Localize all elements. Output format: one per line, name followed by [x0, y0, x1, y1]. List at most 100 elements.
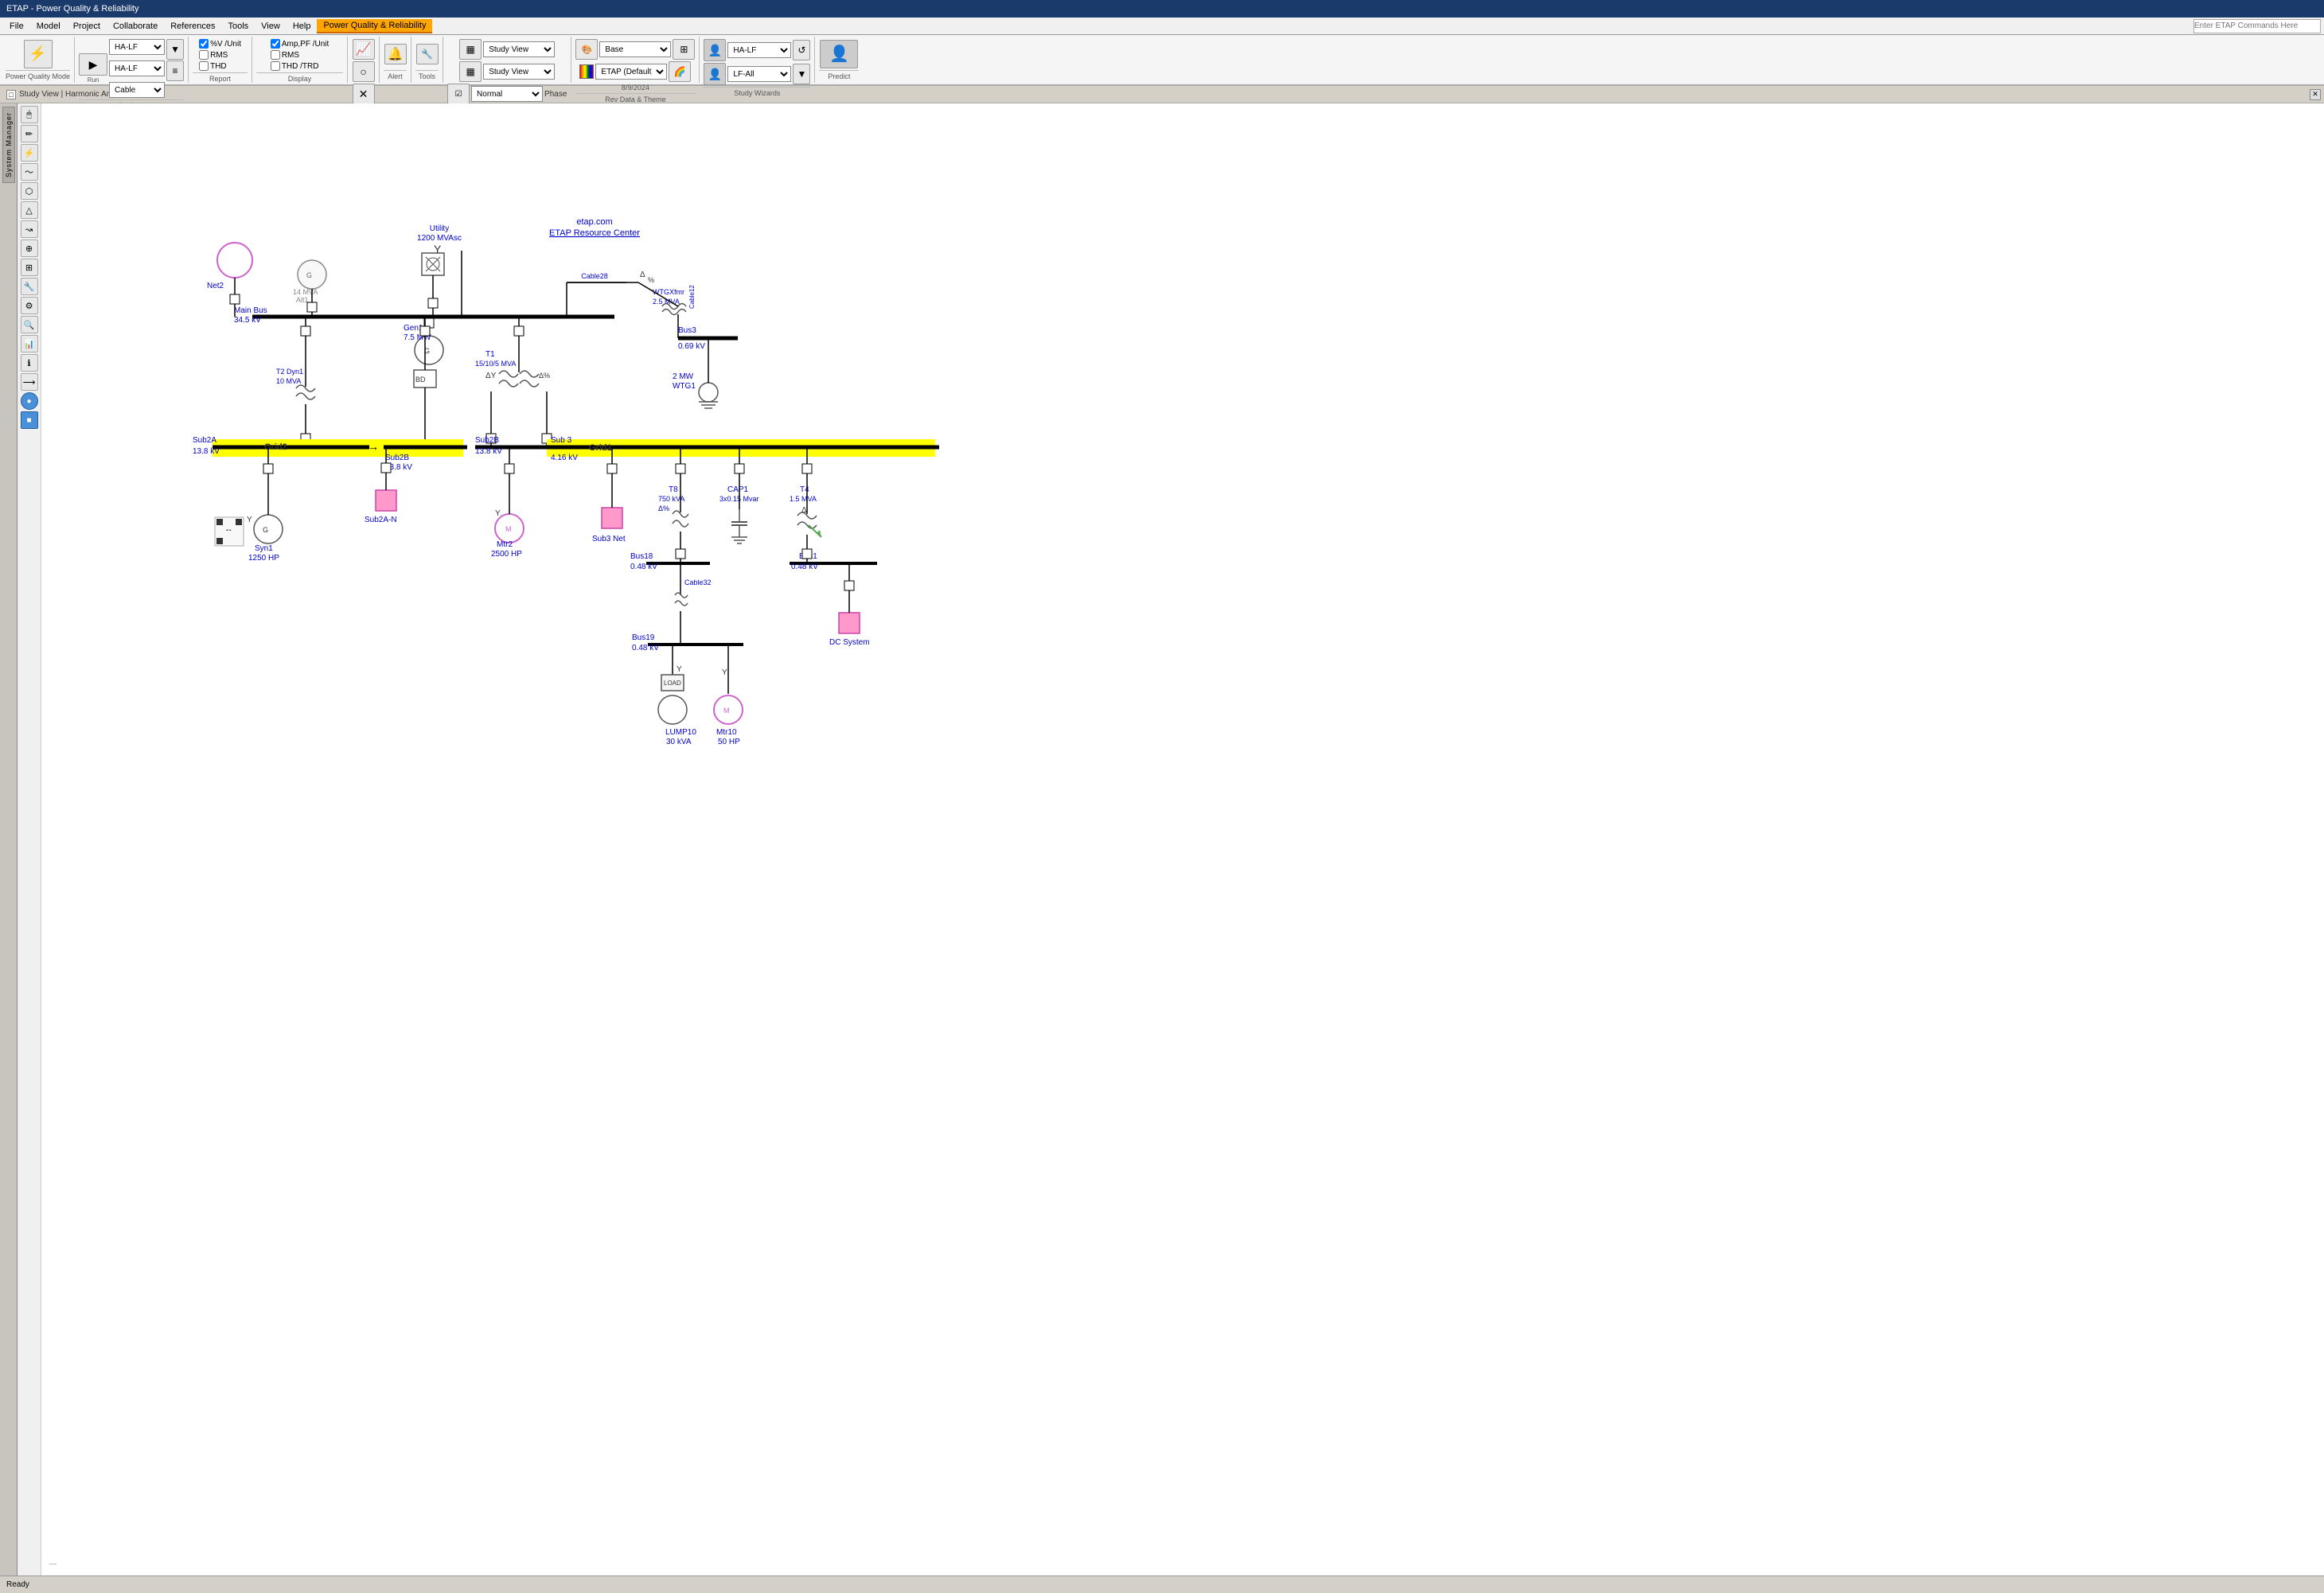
left-icon-gear[interactable]: ⚙ — [21, 297, 38, 314]
canvas-area[interactable]: etap.com ETAP Resource Center Main Bus 3… — [41, 103, 2324, 1575]
left-icon-chart[interactable]: 📊 — [21, 335, 38, 352]
t1-mva: 15/10/5 MVA — [475, 360, 516, 368]
menu-project[interactable]: Project — [67, 20, 107, 33]
date-display: 8/9/2024 — [622, 84, 649, 92]
color-palette-btn[interactable]: 🎨 — [575, 39, 598, 60]
left-icon-connect[interactable]: ⟶ — [21, 373, 38, 391]
views-icon-1[interactable]: ▦ — [459, 39, 482, 60]
left-icon-search[interactable]: 🔍 — [21, 316, 38, 333]
sv-unit-check[interactable]: %V /Unit — [199, 39, 241, 49]
t8-junction-top — [676, 464, 685, 473]
bd-label: BD — [415, 376, 426, 384]
left-icon-polygon[interactable]: ⬡ — [21, 182, 38, 200]
amp-pf-check[interactable]: Amp,PF /Unit — [271, 39, 329, 49]
tools-btn[interactable]: 🔧 — [416, 44, 439, 64]
title-bar: ETAP - Power Quality & Reliability — [0, 0, 2324, 18]
plot-x-btn[interactable]: ✕ — [353, 84, 375, 104]
bus18-junction-top — [676, 549, 685, 559]
rms-check[interactable]: RMS — [199, 50, 241, 60]
t1-coil3 — [499, 380, 518, 387]
study-btn-1[interactable]: ▼ — [166, 39, 184, 60]
thd-check[interactable]: THD — [199, 61, 241, 71]
study-wizards-label: Study Wizards — [704, 87, 810, 97]
alt1-label2: Alt1 — [296, 296, 309, 304]
views-icon-2[interactable]: ▦ — [459, 61, 482, 82]
run-btn[interactable]: ▶ — [79, 53, 107, 76]
left-icon-square-blue[interactable]: ■ — [21, 411, 38, 429]
analysis-type-select[interactable]: HA-LF — [109, 60, 165, 76]
left-icon-wrench[interactable]: 🔧 — [21, 278, 38, 295]
menu-model[interactable]: Model — [30, 20, 67, 33]
wizard-icon-2[interactable]: 👤 — [704, 63, 726, 85]
report-label: Report — [193, 72, 248, 83]
view-select-1[interactable]: Study View — [483, 41, 555, 57]
bd-junction — [420, 326, 430, 336]
left-icon-cursor[interactable]: 🖱 — [21, 106, 38, 123]
rms2-check[interactable]: RMS — [271, 50, 329, 60]
left-icon-wave[interactable]: 〜 — [21, 163, 38, 181]
mtr10-y-sym: Y — [722, 668, 727, 677]
net2-symbol[interactable] — [217, 243, 252, 278]
wizard-icon-1[interactable]: 👤 — [704, 39, 726, 61]
plot-btn[interactable]: 📈 — [353, 39, 375, 60]
qr-tl — [216, 519, 223, 525]
left-icon-triangle[interactable]: △ — [21, 201, 38, 219]
t4-mva: 1.5 MVA — [790, 495, 817, 503]
predict-btn[interactable]: 👤 — [820, 40, 858, 68]
ha-lf-refresh-btn[interactable]: ↺ — [793, 40, 810, 60]
normal-select[interactable]: Normal — [471, 86, 543, 102]
left-icon-info[interactable]: ℹ — [21, 354, 38, 372]
plot-circle-btn[interactable]: ○ — [353, 61, 375, 82]
lf-all-select[interactable]: LF-All — [727, 66, 791, 82]
color-grid-btn[interactable]: ⊞ — [673, 39, 695, 60]
theme-select[interactable]: ETAP (Default) — [595, 64, 667, 80]
study-select-1[interactable]: HA-LF — [109, 39, 165, 55]
analysis-type-btn[interactable]: ≡ — [166, 60, 184, 81]
normal-check-btn[interactable]: ☑ — [447, 84, 470, 104]
menu-tools[interactable]: Tools — [221, 20, 255, 33]
cable32-coil1 — [675, 593, 688, 598]
toolbar-section-rev: 🎨 Base ⊞ ETAP (Default) 🌈 8/9/2024 Rev D… — [571, 37, 700, 83]
pq-mode-btn[interactable]: ⚡ — [24, 40, 53, 68]
toolbar-section-alert: 🔔 Alert — [380, 37, 411, 83]
thd-trd-check[interactable]: THD /TRD — [271, 61, 329, 71]
lf-all-dropdown[interactable]: ▼ — [793, 64, 810, 84]
system-manager-tab[interactable]: System Manager — [2, 107, 15, 183]
menu-help[interactable]: Help — [287, 20, 318, 33]
window-icon[interactable]: □ — [6, 90, 16, 99]
lump10-circle[interactable] — [658, 695, 687, 724]
lump10-label: LUMP10 — [665, 728, 696, 737]
menu-power-quality[interactable]: Power Quality & Reliability — [317, 19, 432, 33]
left-icon-lightning[interactable]: ⚡ — [21, 144, 38, 162]
bus19-voltage: 0.48 kV — [632, 644, 659, 652]
color-bar[interactable] — [579, 64, 594, 79]
left-icon-squiggle[interactable]: ↝ — [21, 220, 38, 238]
t1-coil2 — [520, 371, 539, 377]
status-text: Ready — [6, 1580, 29, 1589]
left-icon-pencil[interactable]: ✏ — [21, 125, 38, 142]
command-input[interactable] — [2193, 19, 2321, 33]
dcsystem-symbol[interactable] — [839, 613, 860, 633]
view-select-2[interactable]: Study View — [483, 64, 555, 80]
alert-btn[interactable]: 🔔 — [384, 44, 407, 64]
menu-view[interactable]: View — [255, 20, 287, 33]
t1-delta-y: ΔY — [485, 372, 497, 380]
menu-collaborate[interactable]: Collaborate — [107, 20, 164, 33]
close-tab-btn[interactable]: ✕ — [2310, 89, 2321, 100]
wtg1-symbol[interactable] — [699, 383, 718, 402]
grid2-arrow: → — [368, 440, 379, 453]
left-icon-network[interactable]: ⊞ — [21, 259, 38, 276]
sub3net-symbol[interactable] — [602, 508, 622, 528]
left-icon-circle-blue[interactable]: ● — [21, 392, 38, 410]
left-icon-plug[interactable]: ⊕ — [21, 240, 38, 257]
rainbow-btn[interactable]: 🌈 — [669, 61, 691, 82]
mtr10-label: Mtr10 — [716, 728, 737, 737]
lump10-inner: LOAD — [664, 680, 681, 687]
ha-lf-select[interactable]: HA-LF — [727, 42, 791, 58]
menu-file[interactable]: File — [3, 20, 30, 33]
sub2a-n-symbol[interactable] — [376, 490, 396, 511]
cable-type-select[interactable]: Cable — [109, 82, 165, 98]
base-select[interactable]: Base — [599, 41, 671, 57]
menu-references[interactable]: References — [164, 20, 221, 33]
main-layout: System Manager 🖱 ✏ ⚡ 〜 ⬡ △ ↝ ⊕ ⊞ 🔧 ⚙ 🔍 📊… — [0, 103, 2324, 1575]
